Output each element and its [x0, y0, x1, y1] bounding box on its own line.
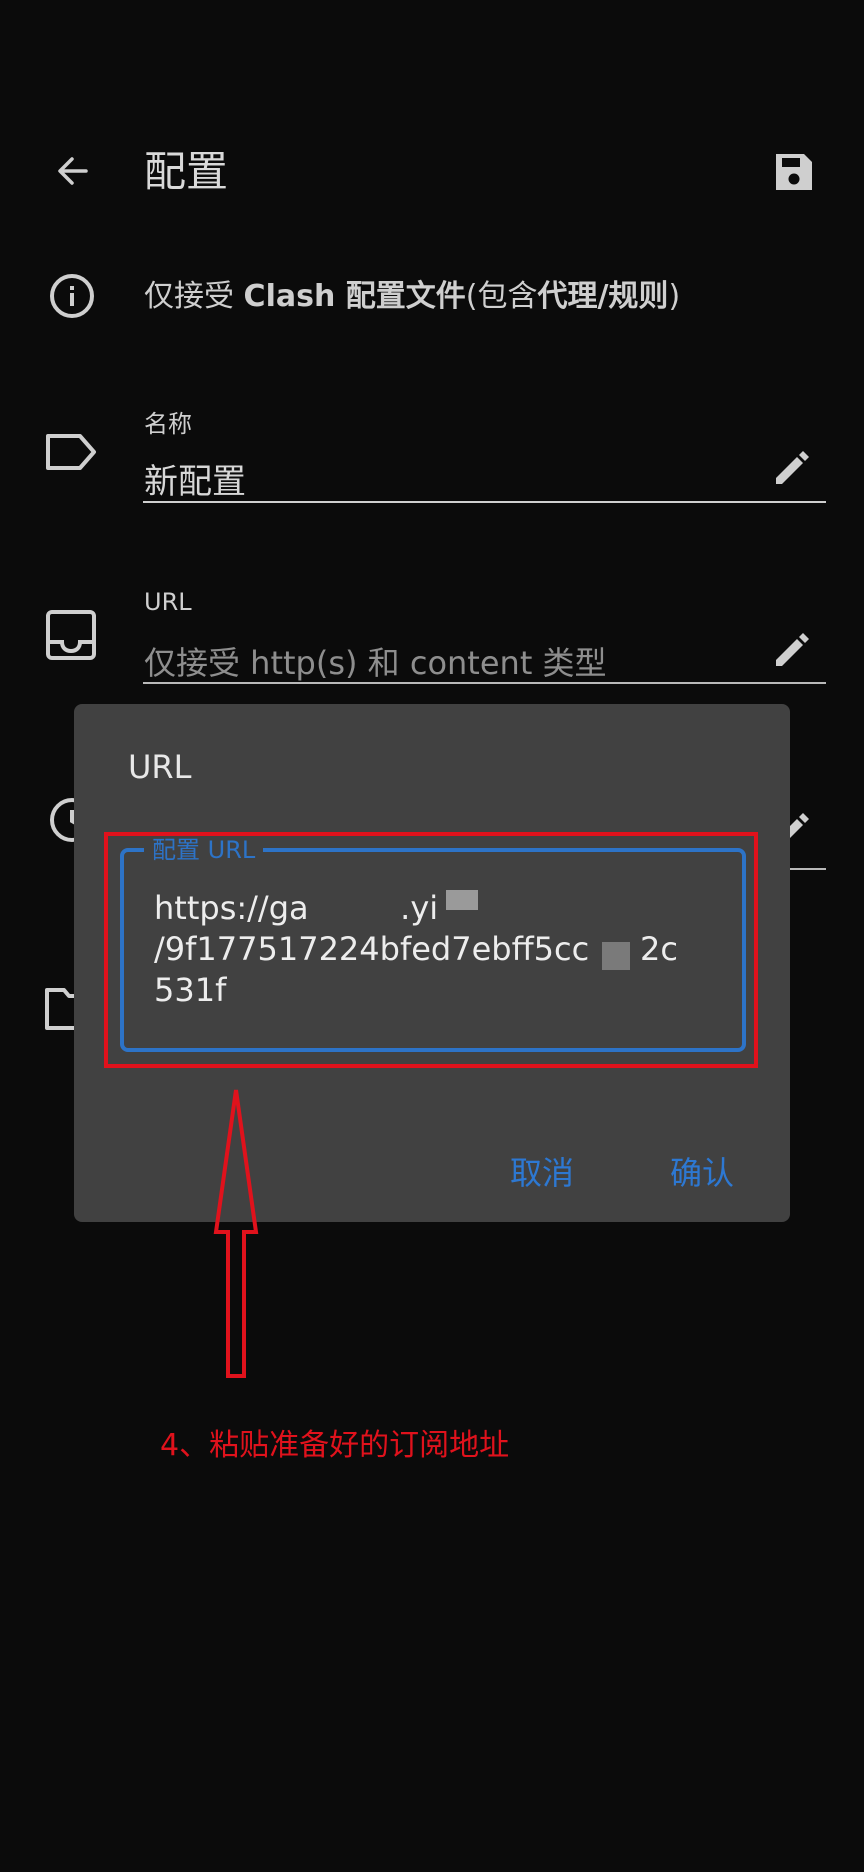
- save-button[interactable]: [762, 140, 826, 204]
- cancel-button[interactable]: 取消: [510, 1148, 574, 1194]
- name-field-underline: [143, 501, 826, 503]
- info-text: 仅接受 Clash 配置文件(包含代理/规则): [144, 279, 681, 314]
- url-edit-button[interactable]: [770, 628, 814, 672]
- inbox-icon: [42, 606, 100, 664]
- tag-icon: [42, 426, 100, 478]
- name-edit-button[interactable]: [770, 446, 814, 490]
- config-url-value[interactable]: https://ga .yi /9f177517224bfed7ebff5cc …: [154, 888, 714, 1011]
- arrow-back-icon: [58, 157, 88, 185]
- pencil-icon: [776, 451, 809, 484]
- back-button[interactable]: [40, 140, 104, 204]
- name-field[interactable]: 新配置: [144, 454, 246, 503]
- pencil-icon: [776, 633, 809, 666]
- page-title: 配置: [144, 147, 229, 196]
- annotation-text: 4、粘贴准备好的订阅地址: [160, 1428, 510, 1463]
- dialog-title: URL: [128, 748, 192, 786]
- confirm-button[interactable]: 确认: [670, 1148, 734, 1194]
- info-icon: [44, 268, 100, 324]
- redaction-mask: [446, 890, 478, 910]
- url-field-label: URL: [144, 588, 192, 616]
- redaction-mask: [602, 942, 630, 970]
- config-url-label: 配置 URL: [144, 836, 264, 864]
- name-field-label: 名称: [144, 410, 192, 438]
- url-field[interactable]: 仅接受 http(s) 和 content 类型: [144, 638, 607, 684]
- up-arrow-icon: [212, 1086, 260, 1380]
- url-field-underline: [143, 682, 826, 684]
- save-icon: [776, 154, 812, 190]
